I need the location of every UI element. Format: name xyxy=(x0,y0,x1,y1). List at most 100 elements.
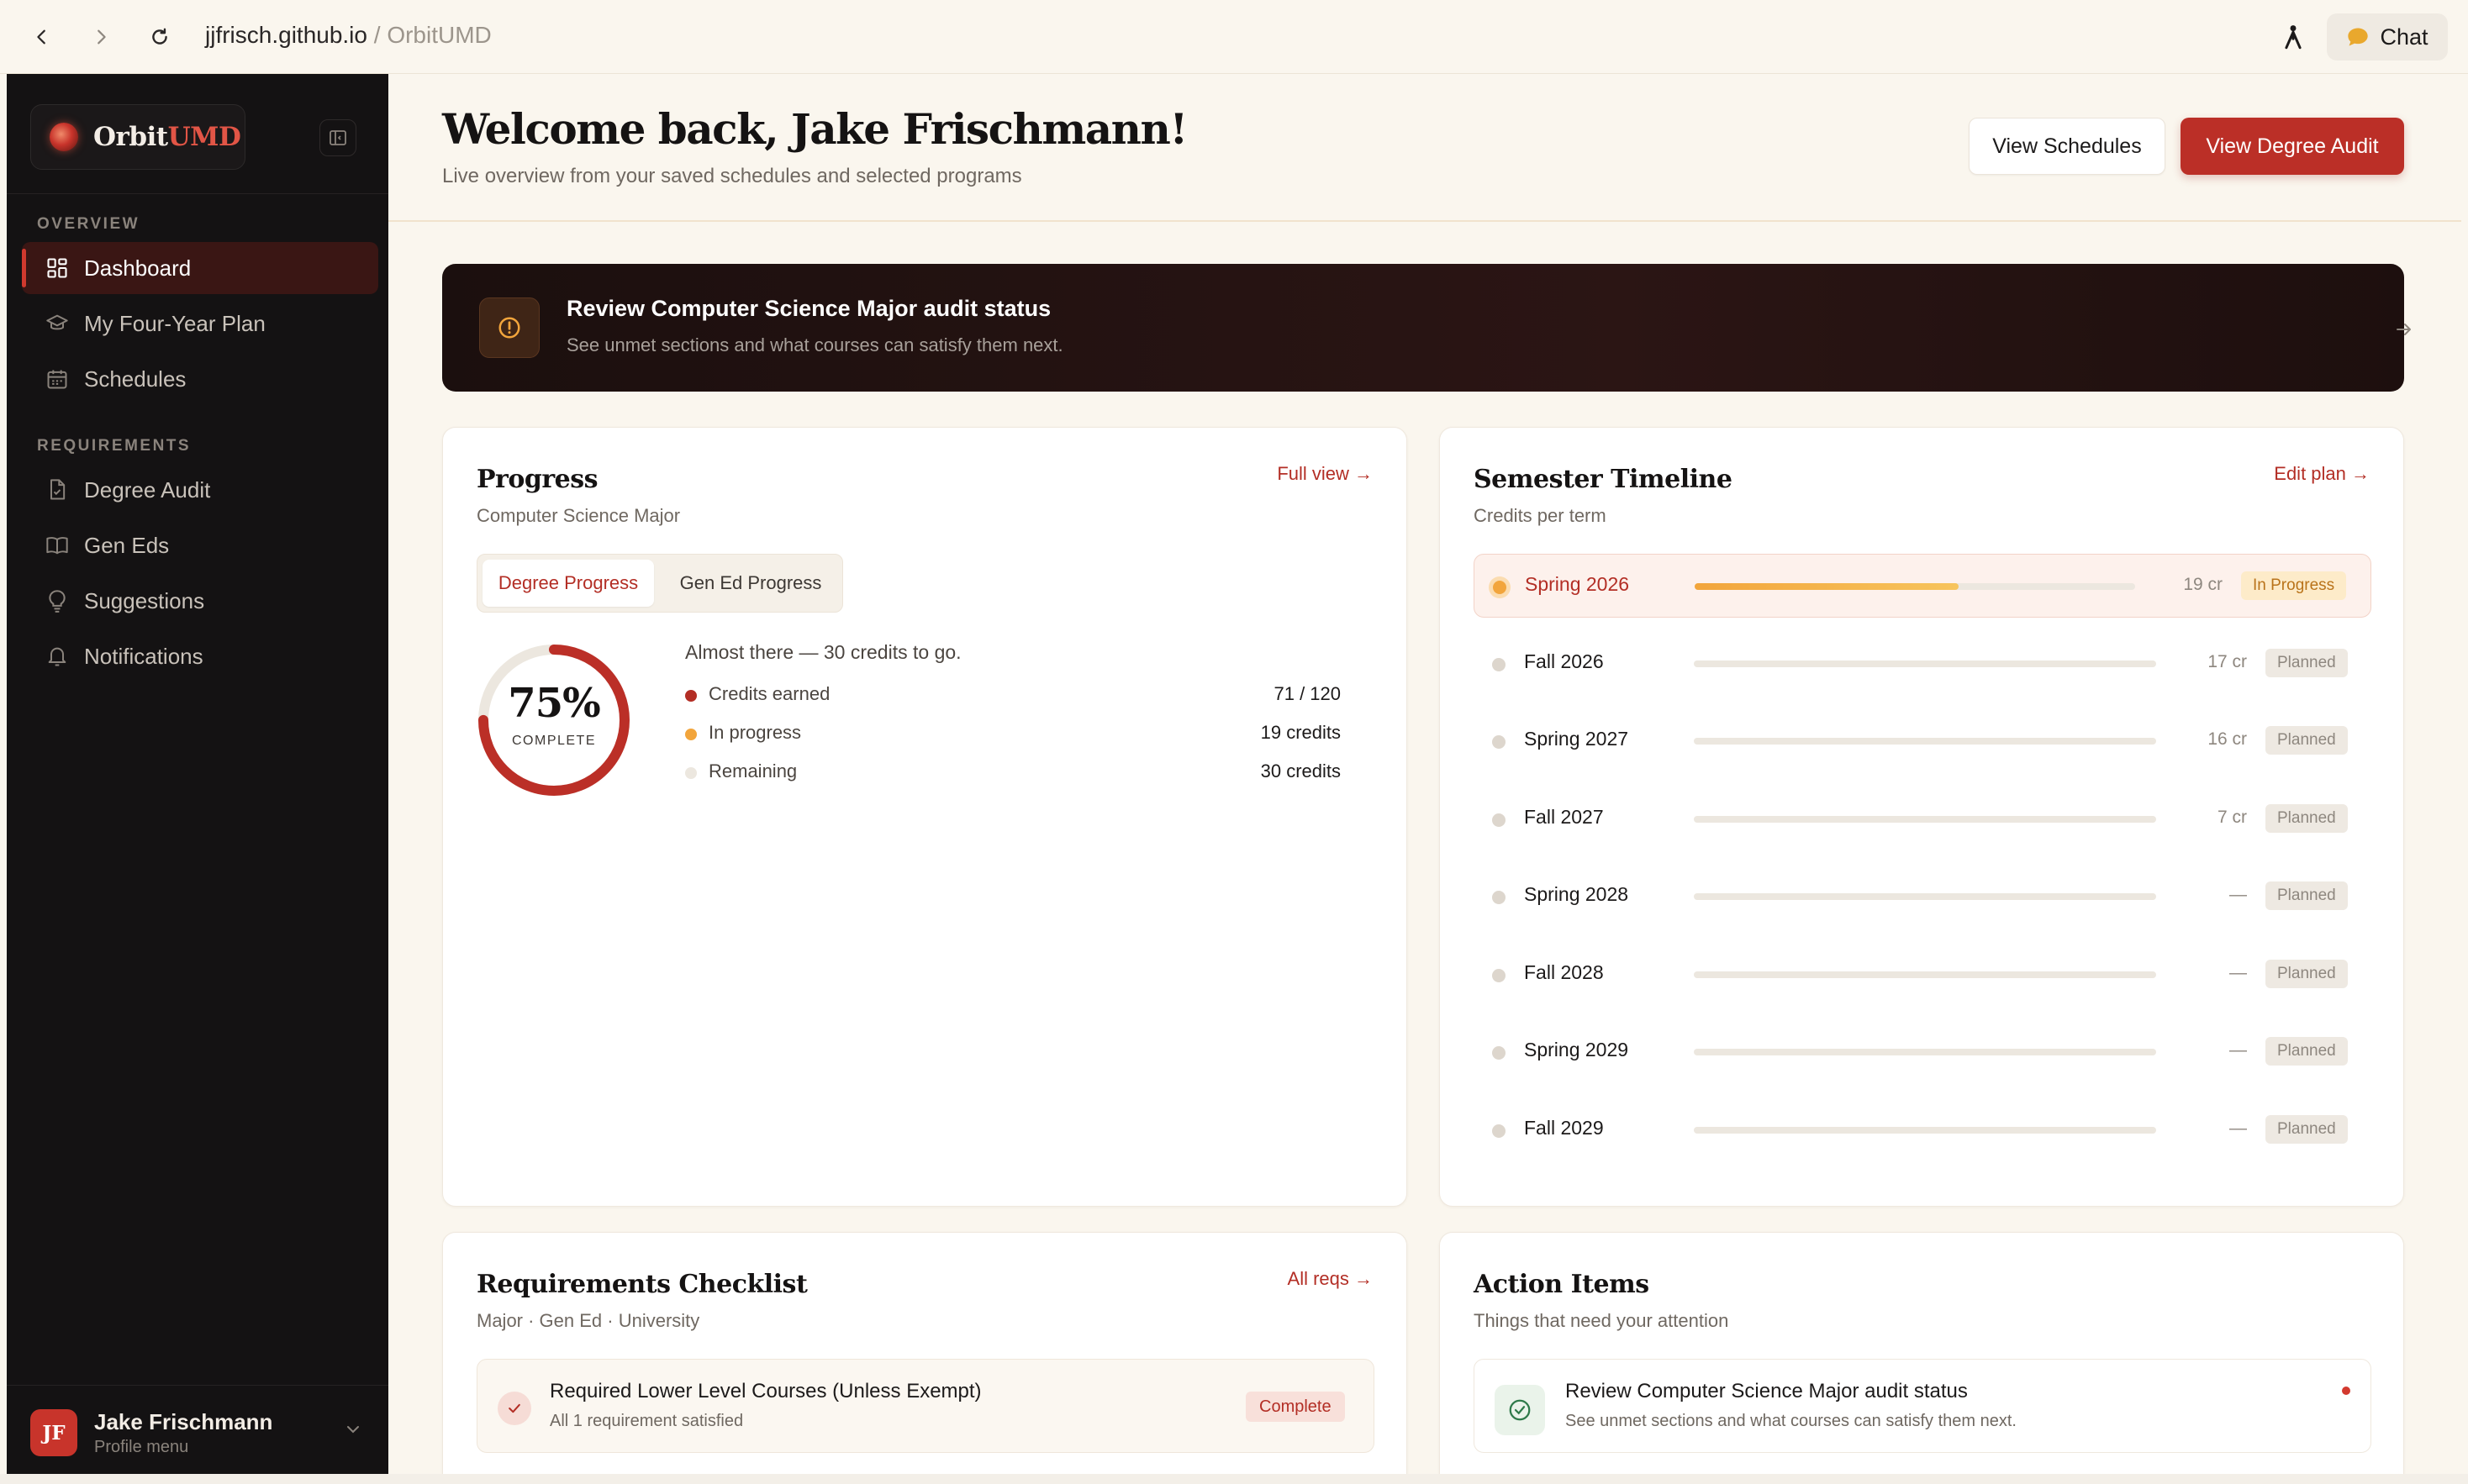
action-subtitle: See unmet sections and what courses can … xyxy=(1565,1412,2017,1430)
term-credits: 16 cr xyxy=(2207,729,2247,749)
action-item[interactable]: Review Computer Science Major audit stat… xyxy=(1474,1359,2371,1453)
page-header: Welcome back, Jake Frischmann! Live over… xyxy=(388,74,2461,222)
timeline-subtitle: Credits per term xyxy=(1474,505,1606,526)
address-bar[interactable]: jjfrisch.github.io / OrbitUMD xyxy=(205,22,492,49)
legend-remaining: Remaining 30 credits xyxy=(685,759,1374,786)
progress-ring: 75% COMPLETE xyxy=(477,643,631,797)
full-view-link[interactable]: Full view → xyxy=(1277,463,1373,485)
term-status-badge: In Progress xyxy=(2241,571,2347,600)
edit-plan-link[interactable]: Edit plan → xyxy=(2274,463,2370,485)
requirement-status-text: All 1 requirement satisfied xyxy=(550,1412,744,1430)
timeline-term[interactable]: Spring 2029 — Planned xyxy=(1474,1020,2371,1084)
term-name: Fall 2027 xyxy=(1524,805,1604,828)
main-content: Welcome back, Jake Frischmann! Live over… xyxy=(388,74,2461,1484)
sidebar-item-gen-eds[interactable]: Gen Eds xyxy=(22,519,378,571)
progress-tabs: Degree Progress Gen Ed Progress xyxy=(477,554,843,613)
legend-credits-earned: Credits earned 71 / 120 xyxy=(685,681,1374,708)
file-check-icon xyxy=(50,479,66,500)
sidebar-item-degree-audit[interactable]: Degree Audit xyxy=(22,464,378,516)
term-credit-bar xyxy=(1695,583,2135,590)
sidebar-item-four-year-plan[interactable]: My Four-Year Plan xyxy=(22,297,378,350)
banner-title: Review Computer Science Major audit stat… xyxy=(567,296,1052,321)
sidebar-item-suggestions[interactable]: Suggestions xyxy=(22,575,378,627)
view-schedules-button[interactable]: View Schedules xyxy=(1969,118,2165,175)
term-dot xyxy=(1493,581,1506,594)
timeline-term[interactable]: Spring 2026 19 cr In Progress xyxy=(1474,554,2371,618)
forward-button[interactable] xyxy=(82,18,119,55)
progress-card: Progress Computer Science Major Full vie… xyxy=(442,427,1407,1207)
term-dot xyxy=(1492,657,1506,671)
view-degree-audit-button[interactable]: View Degree Audit xyxy=(2181,118,2404,175)
term-credits: 7 cr xyxy=(2217,807,2247,827)
arrow-right-icon xyxy=(2397,324,2411,335)
chat-button[interactable]: Chat xyxy=(2327,13,2448,61)
term-dot xyxy=(1492,735,1506,749)
term-credits: — xyxy=(2229,962,2247,982)
chevron-right-icon xyxy=(98,29,106,45)
all-reqs-link[interactable]: All reqs → xyxy=(1288,1268,1373,1290)
sidebar-item-dashboard[interactable]: Dashboard xyxy=(22,242,378,294)
tab-degree-progress[interactable]: Degree Progress xyxy=(483,560,654,607)
sidebar-item-schedules[interactable]: Schedules xyxy=(22,353,378,405)
term-name: Spring 2026 xyxy=(1525,573,1630,595)
progress-message: Almost there — 30 credits to go. xyxy=(685,641,962,663)
term-status-badge: Planned xyxy=(2265,1037,2348,1066)
check-circle-icon xyxy=(1509,1399,1531,1421)
legend-dot xyxy=(685,767,697,779)
action-icon-box xyxy=(1495,1385,1545,1435)
brand-logo[interactable]: OrbitUMD xyxy=(30,104,245,170)
reload-button[interactable] xyxy=(141,18,178,55)
audit-banner[interactable]: Review Computer Science Major audit stat… xyxy=(442,264,2411,392)
collapse-sidebar-button[interactable] xyxy=(319,119,356,156)
page-title: Welcome back, Jake Frischmann! xyxy=(442,104,1188,154)
progress-title: Progress xyxy=(477,465,599,494)
section-label-requirements: REQUIREMENTS xyxy=(37,437,192,455)
semester-timeline-card: Semester Timeline Credits per term Edit … xyxy=(1439,427,2404,1207)
timeline-term[interactable]: Fall 2029 — Planned xyxy=(1474,1098,2371,1162)
term-credits: — xyxy=(2229,1040,2247,1060)
term-credit-bar xyxy=(1694,971,2156,978)
brand-name: OrbitUMD xyxy=(93,122,241,152)
term-status-badge: Planned xyxy=(2265,881,2348,910)
term-status-badge: Planned xyxy=(2265,959,2348,988)
term-dot xyxy=(1492,1124,1506,1138)
checklist-subtitle: Major · Gen Ed · University xyxy=(477,1310,700,1331)
term-dot xyxy=(1492,1046,1506,1060)
lightbulb-icon xyxy=(49,590,66,613)
requirement-item[interactable]: Required Lower Level Courses (Unless Exe… xyxy=(477,1359,1374,1453)
term-name: Fall 2026 xyxy=(1524,650,1604,672)
timeline-term[interactable]: Spring 2028 — Planned xyxy=(1474,865,2371,929)
back-button[interactable] xyxy=(24,18,61,55)
tab-gen-ed-progress[interactable]: Gen Ed Progress xyxy=(662,560,839,607)
term-credit-bar xyxy=(1694,1126,2156,1134)
check-icon xyxy=(509,1403,520,1413)
term-status-badge: Planned xyxy=(2265,1114,2348,1144)
requirement-title: Required Lower Level Courses (Unless Exe… xyxy=(550,1380,982,1402)
book-icon xyxy=(46,537,68,555)
person-icon xyxy=(2285,25,2302,50)
term-credit-fill xyxy=(1695,583,1959,590)
term-credit-bar xyxy=(1694,1049,2156,1055)
timeline-term[interactable]: Fall 2027 7 cr Planned xyxy=(1474,787,2371,851)
profile-menu[interactable]: JF Jake Frischmann Profile menu xyxy=(7,1385,388,1474)
progress-subtitle: Computer Science Major xyxy=(477,505,681,526)
term-status-badge: Planned xyxy=(2265,803,2348,833)
orbit-logo-icon xyxy=(50,123,78,151)
term-name: Spring 2028 xyxy=(1524,883,1629,905)
term-name: Spring 2029 xyxy=(1524,1039,1629,1060)
page-subtitle: Live overview from your saved schedules … xyxy=(442,165,1022,187)
status-badge: Complete xyxy=(1246,1392,1345,1422)
banner-subtitle: See unmet sections and what courses can … xyxy=(567,334,1063,355)
profile-name: Jake Frischmann xyxy=(94,1409,273,1434)
action-items-card: Action Items Things that need your atten… xyxy=(1439,1232,2404,1484)
timeline-term[interactable]: Fall 2026 17 cr Planned xyxy=(1474,632,2371,696)
accessibility-button[interactable] xyxy=(2275,18,2312,55)
sidebar: OrbitUMD OVERVIEW Dashboard My Four-Year… xyxy=(7,74,388,1474)
avatar: JF xyxy=(30,1409,77,1456)
term-dot xyxy=(1492,813,1506,827)
sidebar-item-notifications[interactable]: Notifications xyxy=(22,630,378,682)
timeline-term[interactable]: Fall 2028 — Planned xyxy=(1474,943,2371,1007)
timeline-term[interactable]: Spring 2027 16 cr Planned xyxy=(1474,709,2371,773)
term-credit-bar xyxy=(1694,893,2156,900)
browser-toolbar: jjfrisch.github.io / OrbitUMD Chat xyxy=(0,0,2468,74)
